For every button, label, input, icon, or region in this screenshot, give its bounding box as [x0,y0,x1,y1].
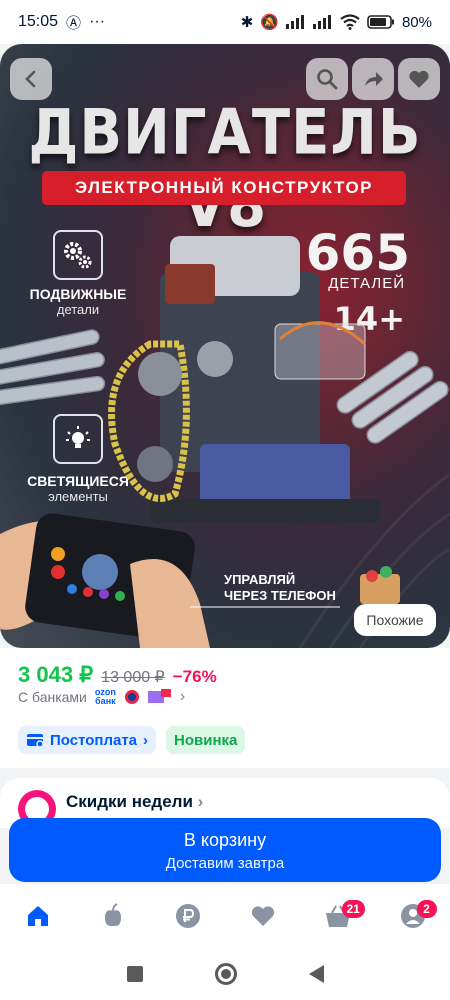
postpay-label: Постоплата [50,731,138,749]
card-icon [27,734,44,747]
old-price: 13 000 ₽ [101,669,165,686]
postpay-chip[interactable]: Постоплата › [18,726,157,754]
tab-profile[interactable]: 2 [393,896,437,936]
tab-finance[interactable] [168,896,208,936]
anarchy-icon: Ⓐ [66,14,82,32]
wifi-icon [340,14,360,30]
weekly-deals-label: Скидки недели [66,792,193,811]
cart-badge: 21 [341,900,365,918]
chevron-right-icon: › [179,688,186,705]
delivery-label: Доставим завтра [165,855,285,872]
price-row: 3 043 ₽ 13 000 ₽ −76% [18,662,217,688]
exhaust-pipes-left [0,329,106,406]
current-price: 3 043 ₽ [18,662,94,687]
weekly-deals-title: Скидки недели › [66,792,203,812]
back-system-button[interactable] [308,965,324,983]
fruit-icon [104,903,121,927]
phone-in-hands [0,513,210,648]
more-dots-icon: ··· [89,13,106,30]
engine-base [150,499,380,523]
gear-1 [138,352,182,396]
tab-cart[interactable]: 21 [318,896,365,936]
add-to-cart-label: В корзину [183,830,267,850]
tab-fresh[interactable] [93,896,133,936]
product-image[interactable]: ДВИГАТЕЛЬ V8 ЭЛЕКТРОННЫЙ КОНСТРУКТОР ПОД… [0,44,450,648]
bank-offers-row[interactable]: С банками ozon банк › [18,688,185,706]
tab-home[interactable] [18,896,58,936]
engine-intake [165,264,215,304]
gear-2 [137,446,173,482]
home-dot-icon [220,969,231,979]
signal-icon-2 [312,15,331,29]
chevron-right-icon: › [197,792,204,811]
similar-button[interactable]: Похожие [354,604,436,636]
recents-button[interactable] [126,966,143,982]
battery-icon [367,15,394,29]
phone-control-line2: ЧЕРЕЗ ТЕЛЕФОН [224,588,336,603]
price-section: 3 043 ₽ 13 000 ₽ −76% С банками ozon бан… [0,648,450,768]
ruble-icon [175,904,200,928]
bottom-tab-bar: 21 2 [0,884,450,948]
signal-icon [285,15,304,29]
heart-icon [251,906,274,926]
phone-control-line1: УПРАВЛЯЙ [224,572,296,587]
home-icon [27,906,48,926]
tab-favorites[interactable] [243,896,283,936]
ozon-bank-logo-bottom: банк [95,696,116,706]
new-label: Новинка [174,731,238,749]
mute-icon: 🔕 [260,14,279,31]
add-to-cart-button[interactable]: В корзину Доставим завтра [9,818,441,882]
discount-badge: −76% [172,667,217,686]
status-bar: 15:05 Ⓐ ··· ✱ 🔕 80% [0,0,450,44]
battery-level: 80% [401,13,432,31]
home-system-button[interactable] [214,963,237,985]
profile-badge: 2 [416,900,437,918]
new-chip: Новинка [166,726,246,754]
banks-label: С банками [18,689,87,705]
ozon-bank-logo: ozon банк [95,688,116,706]
phone-control-label: УПРАВЛЯЙ ЧЕРЕЗ ТЕЛЕФОН [224,572,336,604]
engine-illustration [0,236,449,648]
chip-row: Постоплата › Новинка [18,726,246,754]
bluetooth-icon: ✱ [240,14,254,31]
gear-3 [197,341,233,377]
status-time: 15:05 [18,13,59,30]
box-illustration [360,566,400,604]
system-navigation-bar [0,948,450,1000]
bank-card-icon [147,689,171,703]
bank-logo-icon [124,690,139,704]
chevron-right-icon: › [143,731,149,749]
